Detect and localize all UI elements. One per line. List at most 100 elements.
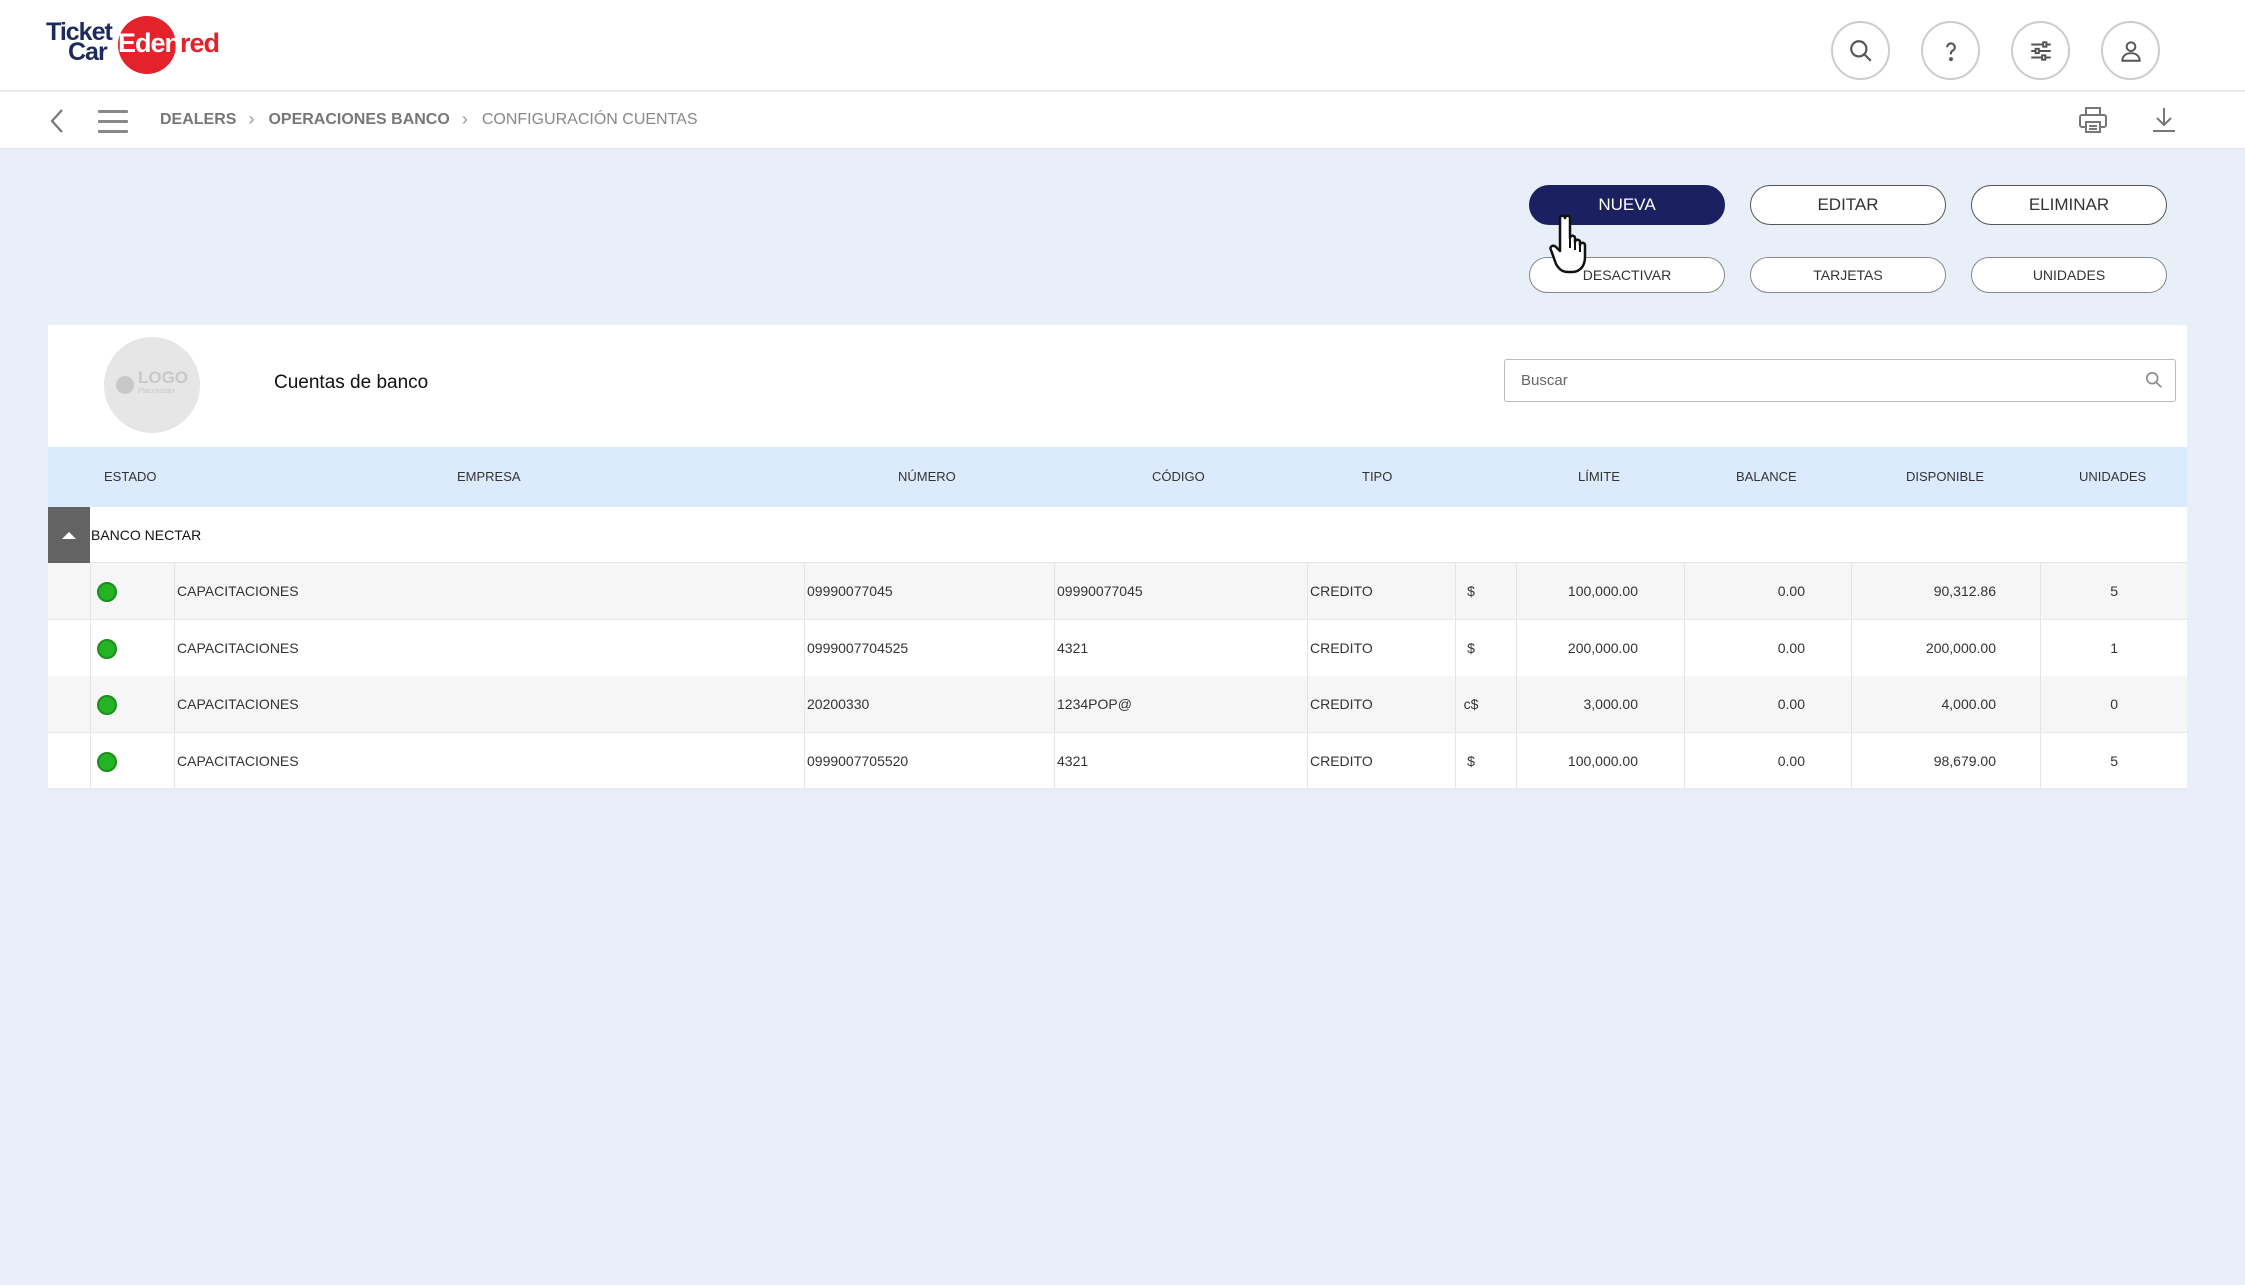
- search-input[interactable]: [1505, 360, 2125, 401]
- group-row[interactable]: BANCO NECTAR: [48, 507, 2187, 563]
- column-divider: [1054, 732, 1055, 789]
- column-divider: [1684, 563, 1685, 619]
- back-button[interactable]: [44, 106, 70, 136]
- ticket-car-edenred-logo[interactable]: Ticket Car Edenred: [46, 14, 226, 76]
- cell-tipo: CREDITO: [1310, 752, 1373, 769]
- user-icon: [2120, 40, 2141, 62]
- table-row[interactable]: CAPACITACIONES 0999007704525 4321 CREDITO $2…: [48, 619, 2187, 677]
- breadcrumb-dealers[interactable]: DEALERS: [160, 111, 236, 129]
- column-header-codigo[interactable]: CÓDIGO: [1152, 447, 1205, 507]
- column-divider: [1054, 619, 1055, 676]
- eliminar-button[interactable]: ELIMINAR: [1971, 185, 2167, 225]
- column-divider: [1684, 676, 1685, 732]
- cell-unidades: 0: [2110, 696, 2118, 712]
- cell-codigo: 1234POP@: [1057, 696, 1132, 712]
- filter-sliders-icon: [2030, 40, 2051, 61]
- column-header-limite[interactable]: LÍMITE: [1578, 447, 1620, 507]
- cell-tipo: CREDITO: [1310, 583, 1373, 599]
- collapse-toggle-button[interactable]: [48, 507, 90, 563]
- column-divider: [804, 732, 805, 789]
- download-icon: [2153, 108, 2175, 132]
- column-divider: [174, 676, 175, 732]
- breadcrumb-bar: DEALERS › OPERACIONES BANCO › CONFIGURAC…: [0, 92, 2245, 149]
- column-divider: [2040, 619, 2041, 676]
- cell-numero: 0999007704525: [807, 639, 909, 656]
- cell-empresa: CAPACITACIONES: [177, 752, 299, 769]
- menu-line: [98, 129, 128, 133]
- status-active-icon: [97, 695, 117, 715]
- logo-dot: [115, 376, 134, 394]
- cell-unidades: 5: [2110, 752, 2118, 769]
- status-active-icon: [97, 582, 117, 602]
- unidades-button[interactable]: UNIDADES: [1971, 257, 2167, 293]
- search-icon[interactable]: [2145, 371, 2163, 389]
- column-divider: [174, 619, 175, 676]
- cell-empresa: CAPACITACIONES: [177, 696, 299, 712]
- print-button[interactable]: [2077, 104, 2109, 136]
- logo-placeholder-text: LOGO Placeholder: [137, 369, 188, 399]
- cell-balance: 0.00: [1777, 752, 1805, 769]
- table-row[interactable]: CAPACITACIONES 09990077045 09990077045 CRED…: [48, 563, 2187, 620]
- cell-tipo: CREDITO: [1310, 696, 1373, 712]
- column-divider: [1307, 563, 1308, 619]
- column-divider: [1054, 676, 1055, 732]
- table-row[interactable]: CAPACITACIONES 0999007705520 4321 CREDITO $1…: [48, 732, 2187, 790]
- cell-balance: 0.00: [1777, 696, 1805, 712]
- edenred-wordmark: Edenred: [118, 28, 220, 59]
- column-divider: [174, 732, 175, 789]
- menu-line: [98, 109, 128, 113]
- editar-button[interactable]: EDITAR: [1750, 185, 1946, 225]
- logo-red-text: red: [180, 28, 220, 58]
- cell-limite: 3,000.00: [1583, 696, 1639, 712]
- column-header-unidades[interactable]: UNIDADES: [2079, 447, 2146, 507]
- column-divider: [1684, 732, 1685, 789]
- column-divider: [1307, 732, 1308, 789]
- column-divider: [1516, 619, 1517, 676]
- column-header-tipo[interactable]: TIPO: [1362, 447, 1392, 507]
- cell-tipo: CREDITO: [1310, 639, 1373, 656]
- breadcrumb-current: CONFIGURACIÓN CUENTAS: [481, 110, 698, 128]
- search-box: [1504, 359, 2176, 402]
- column-divider: [804, 563, 805, 619]
- breadcrumb: DEALERS › OPERACIONES BANCO › CONFIGURAC…: [160, 109, 698, 130]
- column-divider: [1684, 619, 1685, 676]
- download-button[interactable]: [2148, 104, 2180, 136]
- cell-numero: 20200330: [807, 696, 870, 712]
- column-header-empresa[interactable]: EMPRESA: [457, 447, 521, 507]
- column-header-balance[interactable]: BALANCE: [1736, 447, 1797, 507]
- search-icon: [1849, 39, 1872, 62]
- header-user-button[interactable]: [2101, 21, 2160, 80]
- column-divider: [804, 619, 805, 676]
- header-search-button[interactable]: [1831, 21, 1890, 80]
- cell-unidades: 5: [2110, 583, 2118, 599]
- card-title: Cuentas de banco: [274, 372, 429, 393]
- column-divider: [804, 676, 805, 732]
- column-divider: [2040, 563, 2041, 619]
- header-help-button[interactable]: [1921, 21, 1980, 80]
- cell-moneda: $: [1467, 752, 1475, 769]
- status-active-icon: [97, 751, 117, 772]
- cell-disponible: 200,000.00: [1925, 639, 1996, 656]
- column-header-disponible[interactable]: DISPONIBLE: [1906, 447, 1984, 507]
- cell-codigo: 4321: [1057, 752, 1089, 769]
- column-divider: [2040, 732, 2041, 789]
- breadcrumb-operaciones-banco[interactable]: OPERACIONES BANCO: [268, 111, 449, 129]
- help-icon: [1945, 41, 1956, 61]
- tarjetas-button[interactable]: TARJETAS: [1750, 257, 1946, 293]
- cell-balance: 0.00: [1777, 583, 1805, 599]
- table-row[interactable]: CAPACITACIONES 20200330 1234POP@ CREDITO c$ 3…: [48, 676, 2187, 733]
- column-header-estado[interactable]: ESTADO: [104, 447, 157, 507]
- cell-disponible: 4,000.00: [1941, 696, 1997, 712]
- column-header-numero[interactable]: NÚMERO: [898, 447, 956, 507]
- logo-subtext: Placeholder: [137, 388, 175, 395]
- cell-limite: 100,000.00: [1567, 752, 1638, 769]
- chevron-right-icon: ›: [248, 109, 255, 129]
- logo-placeholder: LOGO Placeholder: [104, 337, 200, 433]
- cell-empresa: CAPACITACIONES: [177, 639, 299, 656]
- hamburger-menu-button[interactable]: [98, 106, 128, 136]
- column-divider: [1307, 619, 1308, 676]
- header-settings-button[interactable]: [2011, 21, 2070, 80]
- chevron-left-icon: [50, 109, 63, 133]
- cell-balance: 0.00: [1777, 639, 1805, 656]
- column-divider: [1307, 676, 1308, 732]
